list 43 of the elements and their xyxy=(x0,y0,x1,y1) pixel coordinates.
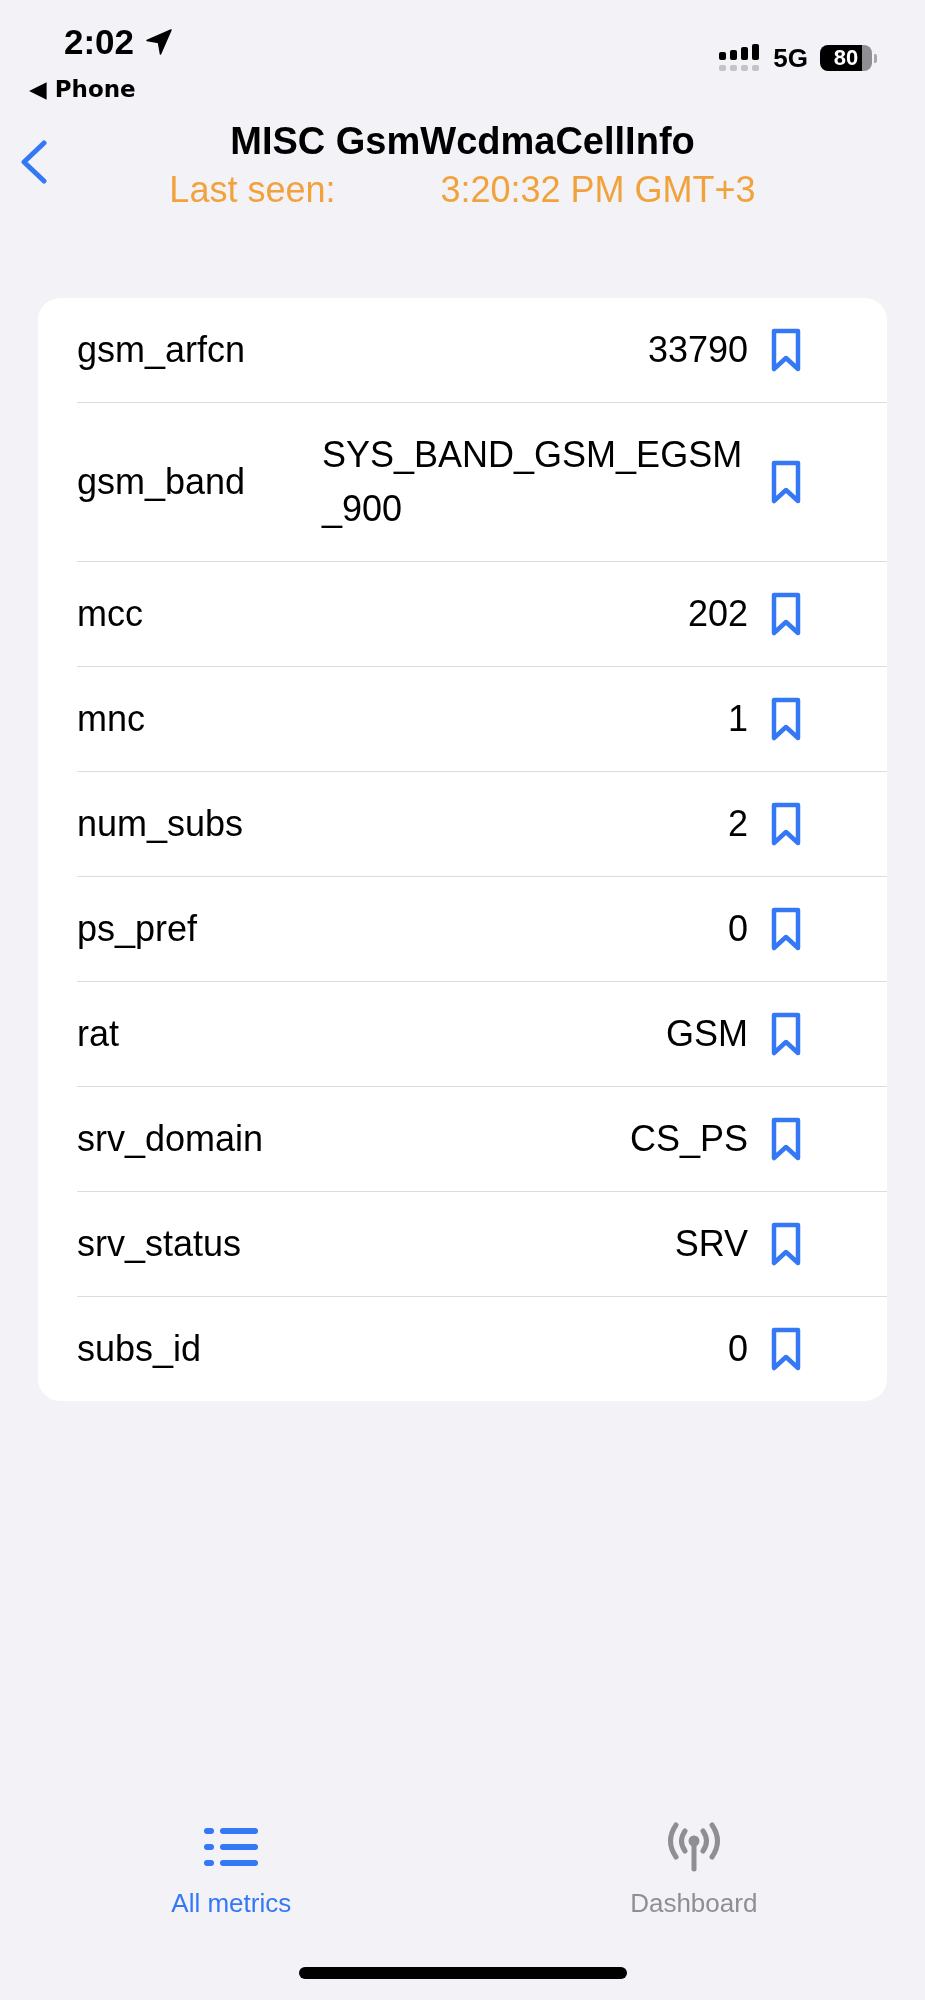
bookmark-icon[interactable] xyxy=(771,802,801,846)
return-to-app-link[interactable]: ◀ Phone xyxy=(29,74,174,104)
screen-title: MISC GsmWcdmaCellInfo xyxy=(229,119,696,164)
last-seen-label: Last seen: xyxy=(169,168,336,212)
metric-value: 0 xyxy=(727,907,748,951)
metric-name: num_subs xyxy=(77,802,244,846)
metric-value: 202 xyxy=(687,592,748,636)
tab-button[interactable]: Dashboard xyxy=(462,1822,925,1918)
metric-name: rat xyxy=(77,1012,119,1056)
bookmark-icon[interactable] xyxy=(771,1222,801,1266)
navigation-arrow-icon xyxy=(145,28,174,56)
metric-value: 33790 xyxy=(647,328,748,372)
last-seen-time: 3:20:32 PM GMT+3 xyxy=(440,168,756,212)
bookmark-icon[interactable] xyxy=(771,907,801,951)
metric-name: subs_id xyxy=(77,1327,202,1371)
bookmark-icon[interactable] xyxy=(771,592,801,636)
bookmark-icon[interactable] xyxy=(771,1327,801,1371)
metric-value: 0 xyxy=(727,1327,748,1371)
metric-name: srv_domain xyxy=(77,1117,264,1161)
bookmark-icon[interactable] xyxy=(771,1012,801,1056)
bookmark-icon[interactable] xyxy=(771,460,801,504)
chevron-left-icon[interactable] xyxy=(20,140,48,184)
bookmark-icon[interactable] xyxy=(771,697,801,741)
metric-name: srv_status xyxy=(77,1222,242,1266)
metric-name: gsm_arfcn xyxy=(77,328,246,372)
metric-name: mnc xyxy=(77,697,145,741)
bookmark-icon[interactable] xyxy=(771,1117,801,1161)
list-icon xyxy=(204,1828,259,1866)
metric-name: gsm_band xyxy=(77,460,246,504)
metric-value: GSM xyxy=(666,1012,748,1056)
metric-value: SRV xyxy=(674,1222,748,1266)
bookmark-icon[interactable] xyxy=(771,328,801,372)
battery-percentage: 80 xyxy=(820,45,872,71)
metric-value: SYS_BAND_GSM_EGSM_900 xyxy=(322,433,744,531)
metric-name: mcc xyxy=(77,592,143,636)
network-type-label: 5G xyxy=(773,44,808,72)
tab-button[interactable]: All metrics xyxy=(0,1822,463,1918)
signal-bars-icon xyxy=(719,44,762,72)
metric-value: CS_PS xyxy=(629,1117,748,1161)
metric-value: 2 xyxy=(727,802,748,846)
metric-value: 1 xyxy=(727,697,748,741)
metric-name: ps_pref xyxy=(77,907,198,951)
status-time: 2:02 xyxy=(64,22,135,62)
